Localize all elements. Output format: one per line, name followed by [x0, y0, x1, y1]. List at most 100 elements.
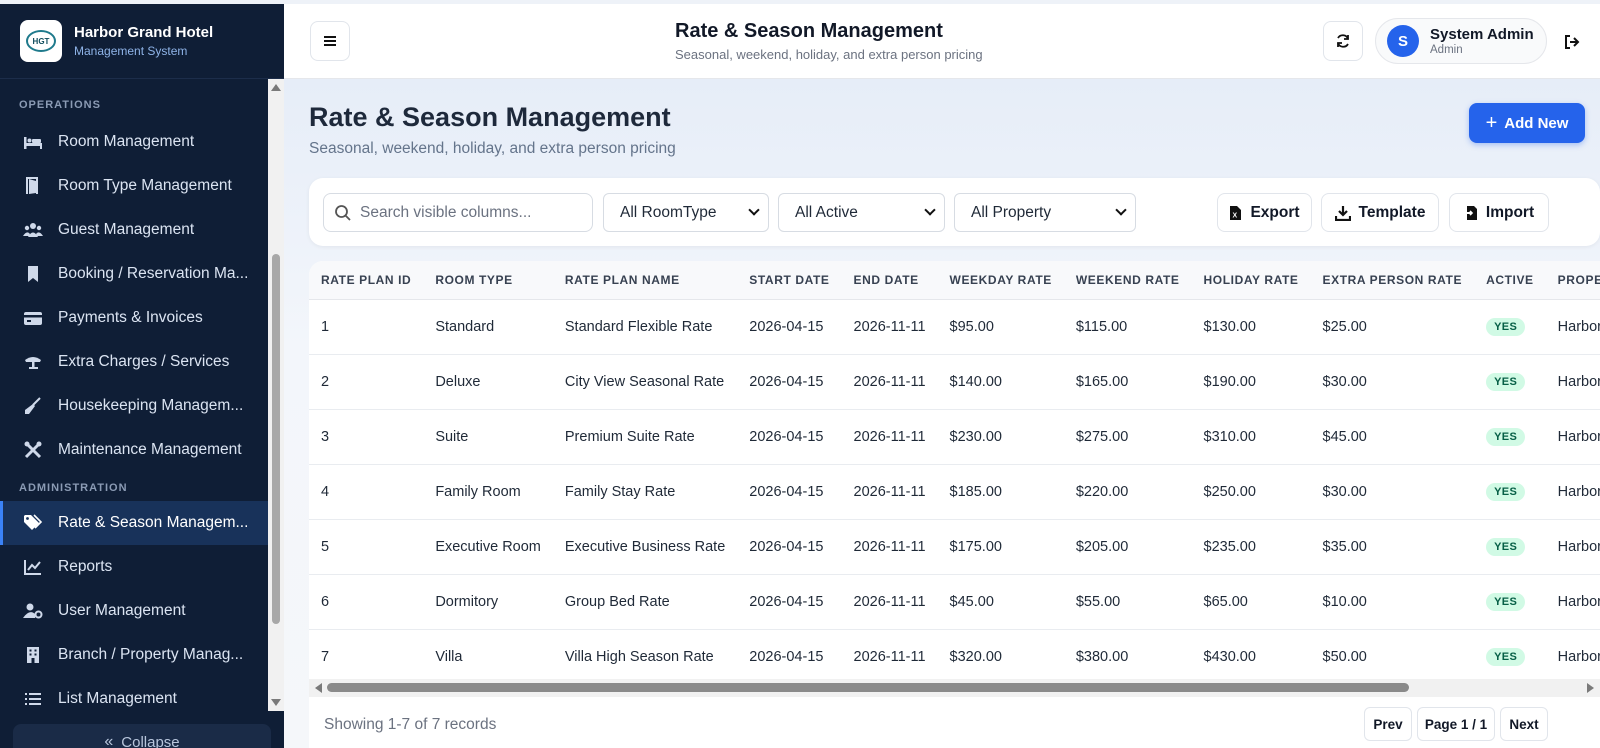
- sidebar-item-reports[interactable]: Reports: [0, 545, 268, 589]
- status-badge: YES: [1486, 372, 1526, 391]
- table-cell-start-date: 2026-04-15: [749, 593, 824, 610]
- credit-card-icon: [22, 309, 44, 327]
- scrollbar-thumb[interactable]: [272, 254, 280, 624]
- table-cell-end-date: 2026-11-11: [853, 483, 926, 500]
- table-row[interactable]: 4 Family Room Family Stay Rate 2026-04-15 20…: [309, 464, 1600, 519]
- avatar: S: [1387, 25, 1419, 57]
- status-badge: YES: [1486, 592, 1526, 611]
- column-header-property[interactable]: PROPERTY: [1545, 261, 1600, 300]
- column-header-active[interactable]: ACTIVE: [1474, 261, 1546, 300]
- search-input[interactable]: [360, 203, 580, 222]
- refresh-button[interactable]: [1323, 21, 1363, 61]
- scroll-right-arrow-icon[interactable]: [1587, 683, 1594, 693]
- sidebar-item-extra-charges-services[interactable]: Extra Charges / Services: [0, 340, 268, 384]
- active-filter-value: All Active: [795, 203, 858, 221]
- column-header-rate-plan-name[interactable]: RATE PLAN NAME: [552, 261, 738, 300]
- users-icon: [22, 221, 44, 239]
- logout-button[interactable]: [1562, 32, 1582, 52]
- sidebar-item-maintenance-management[interactable]: Maintenance Management: [0, 428, 268, 472]
- search-box[interactable]: [323, 193, 593, 232]
- sidebar-item-list-management[interactable]: List Management: [0, 677, 268, 711]
- table-cell-holiday-rate: $235.00: [1203, 538, 1256, 555]
- table-cell-weekend-rate: $380.00: [1075, 648, 1129, 665]
- logout-icon: [1565, 35, 1580, 49]
- sidebar-item-room-management[interactable]: Room Management: [0, 120, 268, 164]
- table-row[interactable]: 3 Suite Premium Suite Rate 2026-04-15 2026-1…: [309, 409, 1600, 464]
- property-filter-value: All Property: [971, 203, 1052, 221]
- status-badge: YES: [1486, 317, 1526, 336]
- table-cell-rate-plan-id: 7: [321, 648, 330, 665]
- table-row[interactable]: 5 Executive Room Executive Business Rate 20…: [309, 519, 1600, 574]
- sidebar-item-room-type-management[interactable]: Room Type Management: [0, 164, 268, 208]
- sidebar-item-rate-season-managem[interactable]: Rate & Season Managem...: [0, 501, 268, 545]
- scroll-down-arrow-icon[interactable]: [271, 699, 281, 706]
- list-icon: [22, 690, 44, 708]
- user-menu[interactable]: S System Admin Admin: [1375, 18, 1547, 64]
- table-cell-start-date: 2026-04-15: [749, 428, 824, 445]
- sidebar-item-label: Room Management: [58, 133, 195, 150]
- horizontal-scrollbar[interactable]: [309, 679, 1600, 697]
- table-cell-property: Harbor Gra: [1557, 648, 1600, 665]
- roomtype-filter-select[interactable]: All RoomType: [603, 193, 769, 232]
- prev-page-button[interactable]: Prev: [1364, 707, 1412, 741]
- roomtype-filter-value: All RoomType: [620, 203, 717, 221]
- table-cell-weekend-rate: $165.00: [1075, 373, 1129, 390]
- column-header-end-date[interactable]: END DATE: [841, 261, 938, 300]
- sidebar-item-label: Room Type Management: [58, 177, 232, 194]
- sidebar-item-housekeeping-managem[interactable]: Housekeeping Managem...: [0, 384, 268, 428]
- add-new-button[interactable]: + Add New: [1469, 103, 1585, 143]
- table-cell-weekday-rate: $230.00: [949, 428, 1002, 445]
- table-row[interactable]: 7 Villa Villa High Season Rate 2026-04-15 20…: [309, 629, 1600, 681]
- scroll-up-arrow-icon[interactable]: [271, 84, 281, 91]
- table-cell-end-date: 2026-11-11: [853, 373, 926, 390]
- table-body: 1 Standard Standard Flexible Rate 2026-04-1…: [309, 299, 1600, 681]
- status-badge: YES: [1486, 482, 1526, 501]
- column-header-holiday-rate[interactable]: HOLIDAY RATE: [1191, 261, 1311, 300]
- sidebar-item-payments-invoices[interactable]: Payments & Invoices: [0, 296, 268, 340]
- sidebar-item-label: Guest Management: [58, 221, 195, 238]
- sidebar-item-guest-management[interactable]: Guest Management: [0, 208, 268, 252]
- table-row[interactable]: 2 Deluxe City View Seasonal Rate 2026-04-15…: [309, 354, 1600, 409]
- collapse-button[interactable]: « Collapse: [13, 724, 271, 748]
- hamburger-icon: [324, 36, 336, 46]
- sidebar-item-user-management[interactable]: User Management: [0, 589, 268, 633]
- menu-toggle-button[interactable]: [310, 21, 350, 61]
- table-row[interactable]: 1 Standard Standard Flexible Rate 2026-04-1…: [309, 299, 1600, 354]
- table-scroll-area[interactable]: RATE PLAN ID ROOM TYPE RATE PLAN NAME START…: [309, 261, 1600, 681]
- import-button[interactable]: Import: [1449, 193, 1549, 232]
- template-label: Template: [1358, 203, 1426, 221]
- scroll-left-arrow-icon[interactable]: [315, 683, 322, 693]
- column-header-extra-person-rate[interactable]: EXTRA PERSON RATE: [1310, 261, 1475, 300]
- column-header-weekend-rate[interactable]: WEEKEND RATE: [1063, 261, 1192, 300]
- column-header-rate-plan-id[interactable]: RATE PLAN ID: [309, 261, 424, 300]
- active-filter-select[interactable]: All Active: [778, 193, 945, 232]
- sidebar-item-branch-property-manag[interactable]: Branch / Property Manag...: [0, 633, 268, 677]
- status-badge: YES: [1486, 427, 1526, 446]
- export-button[interactable]: X Export: [1217, 193, 1312, 232]
- horizontal-scrollbar-thumb[interactable]: [327, 683, 1409, 692]
- bell-service-icon: [22, 353, 44, 371]
- next-page-button[interactable]: Next: [1500, 707, 1548, 741]
- brand[interactable]: HGT Harbor Grand Hotel Management System: [0, 4, 284, 79]
- template-button[interactable]: Template: [1321, 193, 1439, 232]
- sidebar-item-label: User Management: [58, 602, 186, 619]
- chevron-down-icon: [1115, 204, 1127, 216]
- table-cell-holiday-rate: $310.00: [1203, 428, 1256, 445]
- download-icon: [1334, 205, 1351, 221]
- property-filter-select[interactable]: All Property: [954, 193, 1136, 232]
- table-cell-property: Harbor Gra: [1557, 538, 1600, 555]
- table-cell-active: YES: [1474, 574, 1546, 629]
- sidebar-item-label: Reports: [58, 558, 113, 575]
- table-row[interactable]: 6 Dormitory Group Bed Rate 2026-04-15 2026-1…: [309, 574, 1600, 629]
- sidebar-item-label: Housekeeping Managem...: [58, 397, 244, 414]
- table-cell-room-type: Family Room: [435, 483, 521, 500]
- column-header-start-date[interactable]: START DATE: [737, 261, 842, 300]
- sidebar-scrollbar[interactable]: [268, 79, 284, 711]
- sidebar-item-label: List Management: [58, 690, 177, 707]
- sidebar-item-booking-reservation-ma[interactable]: Booking / Reservation Ma...: [0, 252, 268, 296]
- table-cell-room-type: Villa: [435, 648, 463, 665]
- column-header-room-type[interactable]: ROOM TYPE: [423, 261, 553, 300]
- column-header-weekday-rate[interactable]: WEEKDAY RATE: [937, 261, 1064, 300]
- filter-toolbar: All RoomType All Active All Property X E…: [309, 178, 1600, 246]
- status-badge: YES: [1486, 647, 1526, 666]
